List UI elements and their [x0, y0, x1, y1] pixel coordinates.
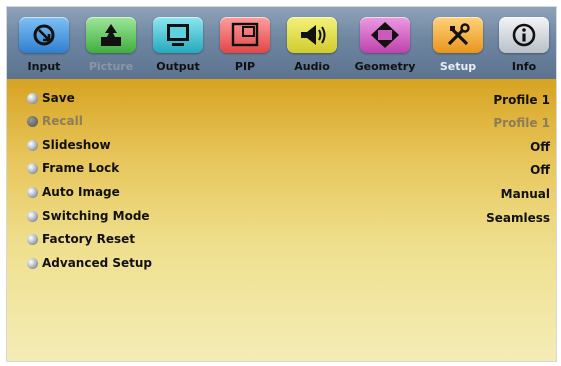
menu-item-value: Off	[530, 163, 550, 177]
menu-tab-bar: Input Picture Output PIP Audio Geometry …	[7, 7, 556, 79]
info-icon	[499, 17, 549, 53]
bullet-icon	[27, 116, 38, 127]
menu-item-save[interactable]: Save Profile 1	[25, 89, 550, 111]
setup-menu: Save Profile 1 Recall Profile 1 Slidesho…	[7, 79, 556, 361]
menu-item-value: Manual	[500, 187, 550, 201]
tab-label: Output	[156, 60, 200, 73]
menu-item-label: Advanced Setup	[42, 256, 153, 270]
tab-label: Picture	[88, 60, 134, 73]
menu-item-label: Factory Reset	[42, 232, 135, 246]
menu-item-label: Recall	[42, 114, 83, 128]
menu-item-switching-mode[interactable]: Switching Mode Seamless	[25, 207, 550, 229]
menu-item-auto-image[interactable]: Auto Image Manual	[25, 183, 550, 205]
geometry-icon	[360, 17, 410, 53]
bullet-icon	[27, 187, 38, 198]
tab-input[interactable]: Input	[14, 13, 74, 77]
tab-info[interactable]: Info	[494, 13, 554, 77]
osd-window: Input Picture Output PIP Audio Geometry …	[6, 6, 557, 362]
tab-pip[interactable]: PIP	[215, 13, 275, 77]
tab-picture[interactable]: Picture	[81, 13, 141, 77]
tab-label: Setup	[439, 60, 477, 73]
output-icon	[153, 17, 203, 53]
tab-label: Info	[511, 60, 537, 73]
bullet-icon	[27, 163, 38, 174]
menu-item-slideshow[interactable]: Slideshow Off	[25, 136, 550, 158]
menu-item-value: Off	[530, 140, 550, 154]
picture-icon	[86, 17, 136, 53]
tab-output[interactable]: Output	[148, 13, 208, 77]
bullet-icon	[27, 234, 38, 245]
menu-item-label: Save	[42, 91, 75, 105]
menu-item-label: Switching Mode	[42, 209, 150, 223]
menu-item-value: Profile 1	[493, 116, 550, 130]
setup-icon	[433, 17, 483, 53]
tab-setup[interactable]: Setup	[428, 13, 488, 77]
pip-icon	[220, 17, 270, 53]
menu-item-recall: Recall Profile 1	[25, 112, 550, 134]
bullet-icon	[27, 258, 38, 269]
menu-item-label: Slideshow	[42, 138, 111, 152]
menu-item-factory-reset[interactable]: Factory Reset	[25, 230, 550, 252]
menu-item-value: Profile 1	[493, 93, 550, 107]
menu-item-frame-lock[interactable]: Frame Lock Off	[25, 159, 550, 181]
bullet-icon	[27, 140, 38, 151]
menu-item-advanced-setup[interactable]: Advanced Setup	[25, 254, 550, 276]
input-icon	[19, 17, 69, 53]
tab-geometry[interactable]: Geometry	[355, 13, 415, 77]
menu-item-label: Auto Image	[42, 185, 120, 199]
bullet-icon	[27, 211, 38, 222]
tab-label: PIP	[234, 60, 256, 73]
tab-label: Input	[27, 60, 61, 73]
tab-label: Geometry	[354, 60, 416, 73]
menu-item-value: Seamless	[486, 211, 550, 225]
menu-item-label: Frame Lock	[42, 161, 120, 175]
audio-icon	[287, 17, 337, 53]
bullet-icon	[27, 93, 38, 104]
tab-label: Audio	[294, 60, 330, 73]
tab-audio[interactable]: Audio	[282, 13, 342, 77]
